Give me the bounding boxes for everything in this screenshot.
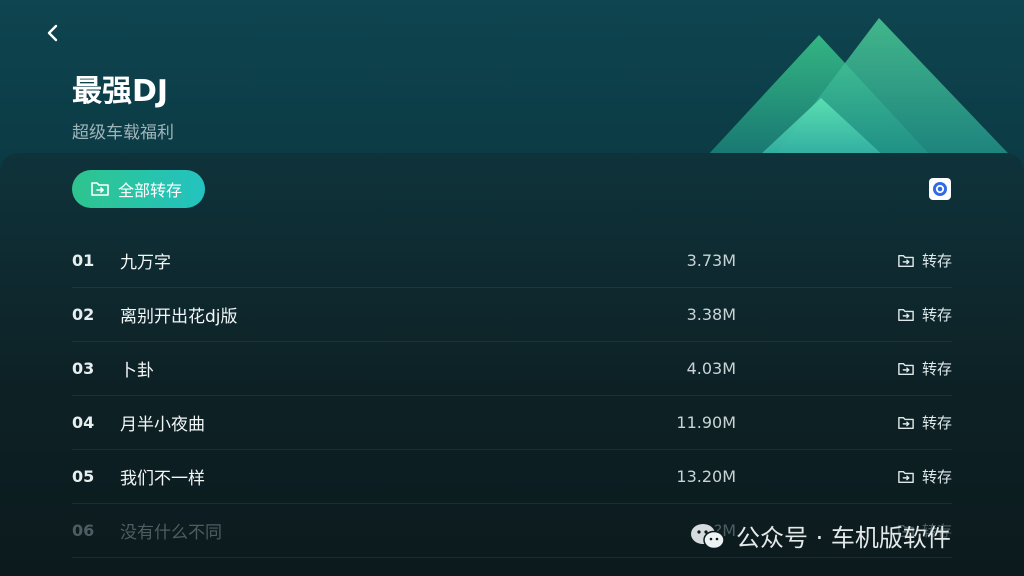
save-button[interactable]: 转存	[897, 250, 952, 271]
save-button[interactable]: 转存	[897, 412, 952, 433]
watermark: 公众号 · 车机版软件	[688, 518, 951, 553]
save-label: 转存	[921, 468, 952, 486]
save-button[interactable]: 转存	[897, 466, 952, 487]
folder-arrow-icon	[898, 470, 914, 483]
track-size: 13.20M	[676, 467, 736, 486]
chevron-left-icon	[47, 24, 58, 42]
page-subtitle: 超级车载福利	[72, 123, 174, 143]
folder-arrow-icon	[898, 416, 914, 429]
table-row[interactable]: 03 卜卦 4.03M 转存	[72, 342, 952, 396]
track-panel: 全部转存 01 九万字 3.73M 转存 02 离别开出花dj版 3.38M 转…	[0, 153, 1024, 576]
track-name: 离别开出花dj版	[120, 307, 238, 327]
track-name: 月半小夜曲	[120, 415, 205, 435]
table-row[interactable]: 05 我们不一样 13.20M 转存	[72, 450, 952, 504]
track-number: 02	[72, 305, 95, 324]
track-number: 04	[72, 413, 95, 432]
track-name: 卜卦	[120, 361, 154, 381]
save-button[interactable]: 转存	[897, 304, 952, 325]
save-button[interactable]: 转存	[897, 358, 952, 379]
table-row[interactable]: 04 月半小夜曲 11.90M 转存	[72, 396, 952, 450]
save-label: 转存	[921, 360, 952, 378]
table-row[interactable]: 01 九万字 3.73M 转存	[72, 234, 952, 288]
folder-arrow-icon	[898, 308, 914, 321]
track-number: 06	[72, 521, 95, 540]
folder-arrow-icon	[898, 362, 914, 375]
save-label: 转存	[921, 252, 952, 270]
page-title: 最强DJ	[72, 74, 169, 109]
save-all-button[interactable]: 全部转存	[72, 170, 205, 208]
track-name: 九万字	[120, 253, 171, 273]
track-name: 我们不一样	[120, 469, 205, 489]
back-button[interactable]	[40, 20, 66, 46]
table-row[interactable]: 02 离别开出花dj版 3.38M 转存	[72, 288, 952, 342]
watermark-text: 公众号 · 车机版软件	[736, 524, 951, 552]
hero-banner: 最强DJ 超级车载福利	[0, 0, 1024, 170]
mountain-illustration	[694, 18, 1024, 170]
track-size: 3.38M	[686, 305, 736, 324]
track-size: 3.73M	[686, 251, 736, 270]
folder-arrow-icon	[91, 182, 109, 196]
save-all-label: 全部转存	[118, 181, 183, 200]
folder-arrow-icon	[898, 254, 914, 267]
wechat-icon	[691, 523, 725, 549]
track-number: 01	[72, 251, 95, 270]
app-switch-button[interactable]	[929, 178, 951, 200]
track-list: 01 九万字 3.73M 转存 02 离别开出花dj版 3.38M 转存 03 …	[72, 234, 952, 558]
save-label: 转存	[921, 306, 952, 324]
track-size: 11.90M	[676, 413, 736, 432]
app-icon	[933, 182, 947, 196]
track-size: 4.03M	[686, 359, 736, 378]
track-number: 03	[72, 359, 95, 378]
track-number: 05	[72, 467, 95, 486]
save-label: 转存	[921, 414, 952, 432]
